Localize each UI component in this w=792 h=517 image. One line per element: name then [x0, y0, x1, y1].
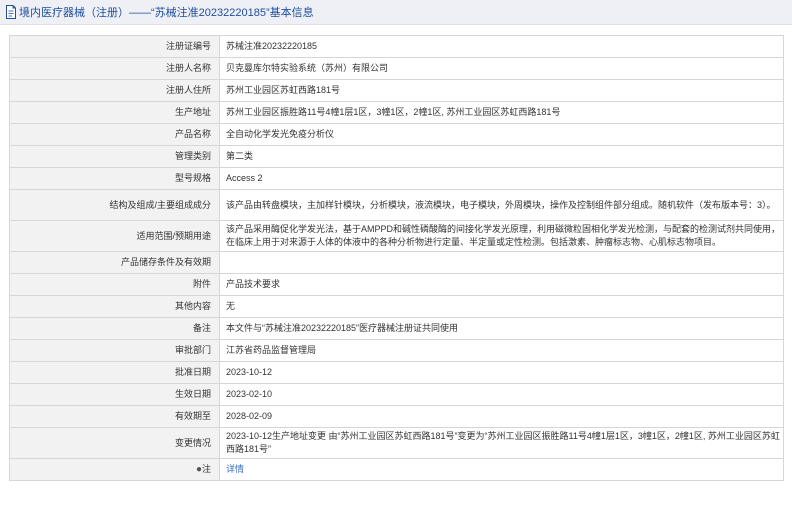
- row-value: 无: [219, 295, 784, 318]
- row-value: 苏械注准20232220185: [219, 35, 784, 58]
- table-row-footer: ●注 详情: [9, 458, 784, 481]
- row-value: 本文件与“苏械注准20232220185”医疗器械注册证共同使用: [219, 317, 784, 340]
- row-label: 备注: [9, 317, 220, 340]
- document-icon: [6, 5, 16, 19]
- table-row: 批准日期 2023-10-12: [9, 361, 784, 384]
- table-row: 其他内容 无: [9, 295, 784, 318]
- row-value: 2023-10-12生产地址变更 由“苏州工业园区苏虹西路181号”变更为“苏州…: [219, 427, 784, 459]
- table-row: 变更情况 2023-10-12生产地址变更 由“苏州工业园区苏虹西路181号”变…: [9, 427, 784, 459]
- table-row: 管理类别 第二类: [9, 145, 784, 168]
- row-label: 批准日期: [9, 361, 220, 384]
- row-value: 详情: [219, 458, 784, 481]
- table-row: 产品名称 全自动化学发光免疫分析仪: [9, 123, 784, 146]
- page-header: 境内医疗器械（注册）——“苏械注准20232220185”基本信息: [0, 0, 792, 25]
- row-value: 2023-10-12: [219, 361, 784, 384]
- table-row: 生效日期 2023-02-10: [9, 383, 784, 406]
- row-label: 审批部门: [9, 339, 220, 362]
- row-value: 第二类: [219, 145, 784, 168]
- table-row: 型号规格 Access 2: [9, 167, 784, 190]
- row-value: 2023-02-10: [219, 383, 784, 406]
- row-label: 产品名称: [9, 123, 220, 146]
- row-label: 生产地址: [9, 101, 220, 124]
- row-label: 注册人住所: [9, 79, 220, 102]
- row-label: 管理类别: [9, 145, 220, 168]
- row-value: 2028-02-09: [219, 405, 784, 428]
- row-label: 变更情况: [9, 427, 220, 459]
- table-row: 审批部门 江苏省药品监督管理局: [9, 339, 784, 362]
- row-label: 结构及组成/主要组成成分: [9, 189, 220, 221]
- table-row: 备注 本文件与“苏械注准20232220185”医疗器械注册证共同使用: [9, 317, 784, 340]
- row-label: 注册人名称: [9, 57, 220, 80]
- table-row: 结构及组成/主要组成成分 该产品由转盘模块，主加样针模块，分析模块，液流模块，电…: [9, 189, 784, 221]
- table-row: 产品储存条件及有效期: [9, 251, 784, 274]
- row-label: 适用范围/预期用途: [9, 220, 220, 252]
- row-label: 生效日期: [9, 383, 220, 406]
- row-value: 全自动化学发光免疫分析仪: [219, 123, 784, 146]
- row-label: 型号规格: [9, 167, 220, 190]
- footer-label: 注: [201, 464, 211, 474]
- row-label: 产品储存条件及有效期: [9, 251, 220, 274]
- row-value: 苏州工业园区苏虹西路181号: [219, 79, 784, 102]
- registration-info-table: 注册证编号 苏械注准20232220185 注册人名称 贝克曼库尔特实验系统（苏…: [9, 35, 784, 481]
- row-label: ●注: [9, 458, 220, 481]
- row-label: 有效期至: [9, 405, 220, 428]
- table-row: 注册人名称 贝克曼库尔特实验系统（苏州）有限公司: [9, 57, 784, 80]
- table-row: 有效期至 2028-02-09: [9, 405, 784, 428]
- row-value: [219, 251, 784, 274]
- row-value: 贝克曼库尔特实验系统（苏州）有限公司: [219, 57, 784, 80]
- table-row: 生产地址 苏州工业园区振胜路11号4幢1层1区，3幢1区，2幢1区, 苏州工业园…: [9, 101, 784, 124]
- details-link[interactable]: 详情: [226, 464, 244, 474]
- table-row: 注册证编号 苏械注准20232220185: [9, 35, 784, 58]
- row-value: 苏州工业园区振胜路11号4幢1层1区，3幢1区，2幢1区, 苏州工业园区苏虹西路…: [219, 101, 784, 124]
- table-row: 适用范围/预期用途 该产品采用酶促化学发光法，基于AMPPD和碱性磷酸酶的间接化…: [9, 220, 784, 252]
- row-value: 该产品采用酶促化学发光法，基于AMPPD和碱性磷酸酶的间接化学发光原理，利用磁微…: [219, 220, 784, 252]
- row-label: 注册证编号: [9, 35, 220, 58]
- row-value: 产品技术要求: [219, 273, 784, 296]
- page-title: 境内医疗器械（注册）——“苏械注准20232220185”基本信息: [19, 7, 314, 19]
- row-label: 附件: [9, 273, 220, 296]
- table-row: 附件 产品技术要求: [9, 273, 784, 296]
- table-row: 注册人住所 苏州工业园区苏虹西路181号: [9, 79, 784, 102]
- row-value: 江苏省药品监督管理局: [219, 339, 784, 362]
- row-label: 其他内容: [9, 295, 220, 318]
- row-value: 该产品由转盘模块，主加样针模块，分析模块，液流模块，电子模块，外周模块，操作及控…: [219, 189, 784, 221]
- row-value: Access 2: [219, 167, 784, 190]
